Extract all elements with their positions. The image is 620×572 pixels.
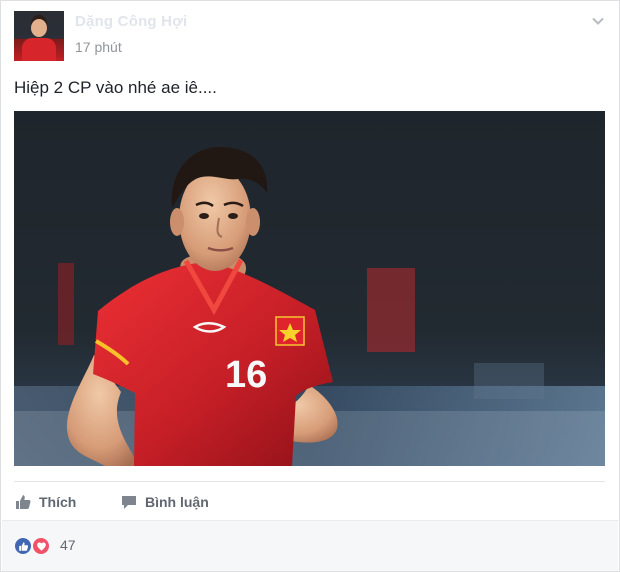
jersey-number: 16 [225,354,267,396]
left-ear-shape [170,208,184,236]
post-photo[interactable]: 16 [14,111,605,466]
avatar-shirt-shape [22,38,56,61]
post-actions: Thích Bình luận [14,481,605,520]
left-flag [58,263,74,345]
reactions-summary[interactable]: 47 [2,520,618,571]
right-flag [367,268,415,352]
reaction-icons [13,536,55,556]
like-button[interactable]: Thích [14,492,76,512]
right-ear-shape [246,208,260,236]
love-reaction-icon [31,536,51,556]
post-card: Dặng Công Hợi 17 phút Hiệp 2 CP vào nhé … [0,0,620,572]
comment-label: Bình luận [145,494,209,510]
background-shape [474,363,544,399]
avatar-head-shape [31,19,47,37]
post-header: Dặng Công Hợi 17 phút [14,11,606,63]
chevron-down-icon[interactable] [590,13,606,29]
like-reaction-icon [13,536,33,556]
comment-button[interactable]: Bình luận [120,492,209,512]
like-label: Thích [39,494,77,510]
author-avatar[interactable] [14,11,64,61]
speech-bubble-icon [120,493,138,511]
reaction-count[interactable]: 47 [60,537,76,553]
thumbs-up-icon [14,493,32,511]
author-name[interactable]: Dặng Công Hợi [75,13,187,30]
right-eye-shape [228,213,238,219]
post-message: Hiệp 2 CP vào nhé ae iê.... [14,78,217,97]
post-timestamp[interactable]: 17 phút [75,39,122,55]
left-eye-shape [199,213,209,219]
